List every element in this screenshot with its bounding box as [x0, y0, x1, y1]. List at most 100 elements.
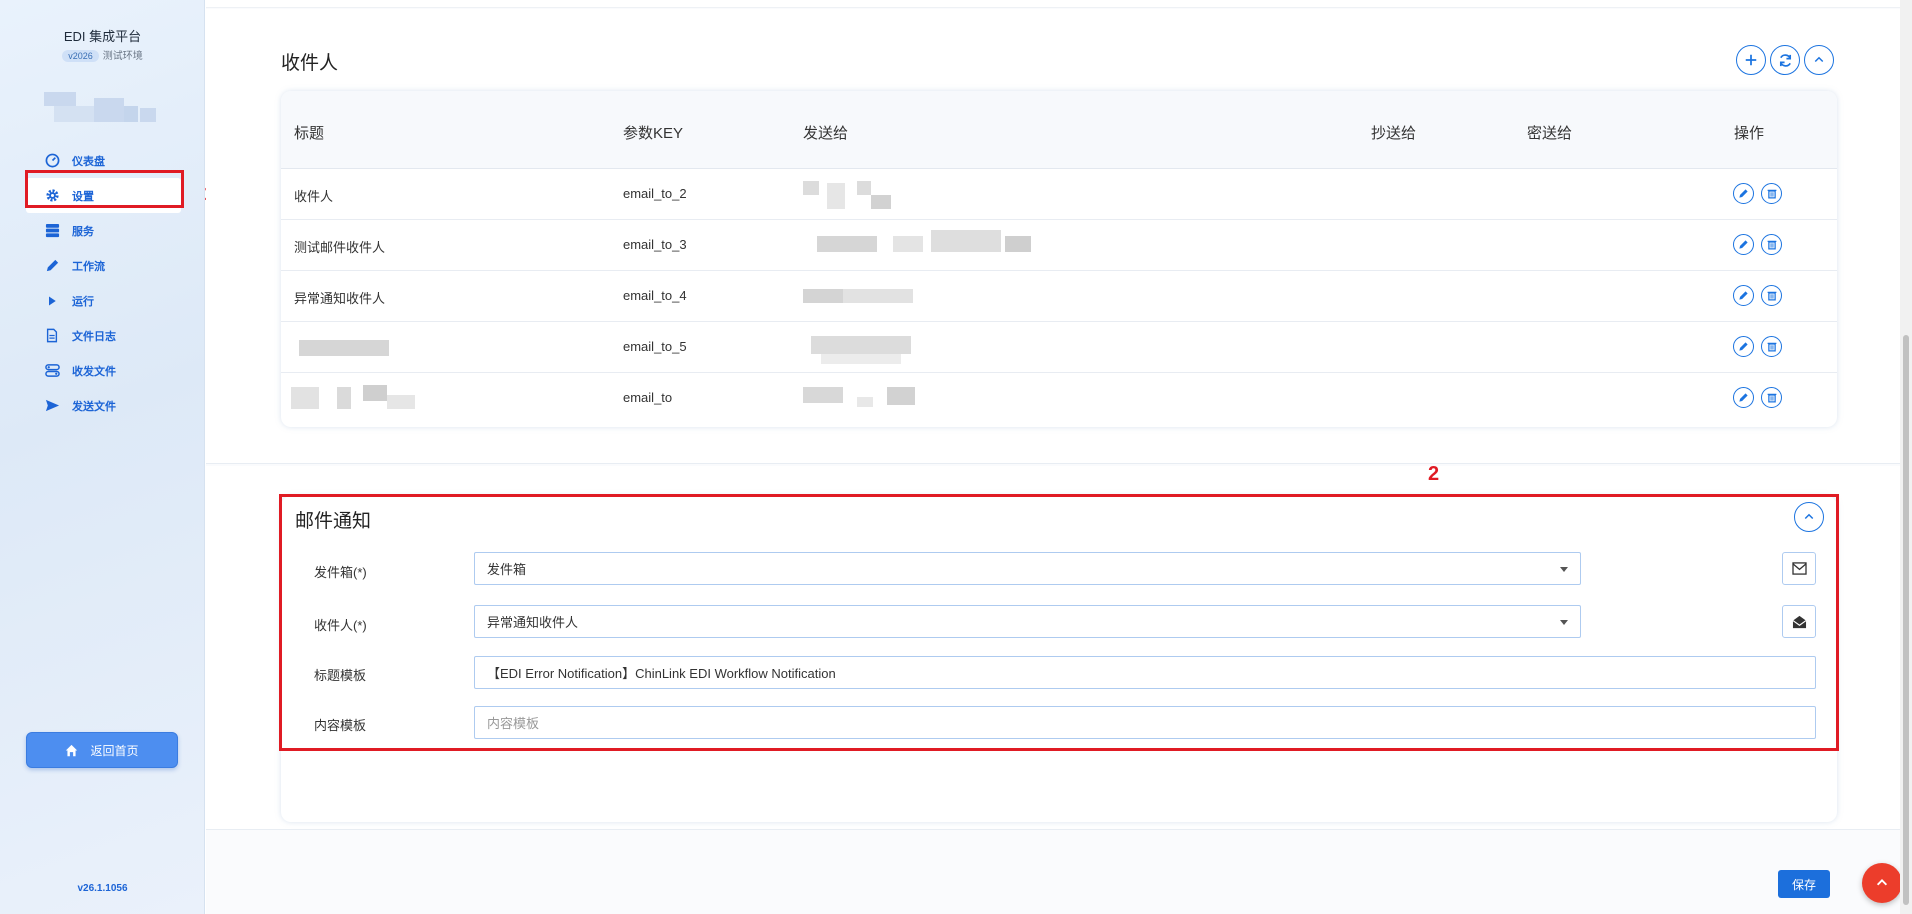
edit-button[interactable] — [1733, 183, 1754, 204]
pencil-icon — [1739, 240, 1748, 249]
play-icon — [44, 293, 60, 309]
edit-button[interactable] — [1733, 234, 1754, 255]
recipients-title: 收件人 — [281, 53, 339, 74]
sidebar-item-transfer-files[interactable]: 收发文件 — [26, 353, 181, 388]
trash-icon — [1767, 189, 1776, 199]
collapse-notification-button[interactable] — [1794, 502, 1824, 532]
scroll-to-top-button[interactable] — [1862, 863, 1902, 903]
sidebar-item-label: 运行 — [72, 295, 94, 308]
sidebar-item-label: 发送文件 — [72, 400, 116, 413]
envelope-open-icon — [1792, 615, 1806, 628]
subject-template-label: 标题模板 — [314, 668, 367, 683]
sender-value: 发件箱 — [487, 562, 527, 577]
pencil-icon — [1739, 291, 1748, 300]
content-template-placeholder: 内容模板 — [487, 716, 540, 731]
sender-mail-button[interactable] — [1782, 552, 1816, 585]
main-content: 收件人 标题 参数KEY 发送给 抄送给 密送给 操作 收件人 email_to… — [206, 0, 1900, 914]
edit-button[interactable] — [1733, 336, 1754, 357]
app-brand: EDI 集成平台 — [63, 29, 142, 44]
pencil-icon — [1739, 342, 1748, 351]
chevron-up-icon — [1804, 513, 1814, 520]
subject-template-input[interactable]: 【EDI Error Notification】ChinLink EDI Wor… — [474, 656, 1816, 689]
annotation-marker-2: 2 — [1428, 463, 1440, 485]
sidebar-item-file-log[interactable]: 文件日志 — [26, 318, 181, 353]
home-icon — [65, 744, 78, 757]
recipient-select[interactable]: 异常通知收件人 — [474, 605, 1581, 638]
sidebar-item-services[interactable]: 服务 — [26, 213, 181, 248]
table-row: email_to_5 — [281, 322, 1837, 373]
recipient-label: 收件人(*) — [314, 618, 367, 633]
edit-button[interactable] — [1733, 285, 1754, 306]
column-param-key: 参数KEY — [623, 125, 684, 142]
recipient-value: 异常通知收件人 — [487, 615, 579, 630]
back-to-home-button[interactable]: 返回首页 — [26, 732, 178, 768]
row-title: 测试邮件收件人 — [294, 240, 386, 255]
row-key: email_to_2 — [623, 186, 687, 201]
environment-name: 测试环境 — [102, 51, 143, 62]
chevron-up-icon — [1814, 56, 1824, 63]
sidebar-item-label: 仪表盘 — [72, 155, 105, 168]
row-key: email_to_5 — [623, 339, 687, 354]
column-send-to: 发送给 — [803, 125, 849, 142]
email-notification-title: 邮件通知 — [295, 511, 372, 532]
table-header: 标题 参数KEY 发送给 抄送给 密送给 操作 — [281, 91, 1837, 169]
row-key: email_to_4 — [623, 288, 687, 303]
content-template-label: 内容模板 — [314, 718, 367, 733]
trash-icon — [1767, 393, 1776, 403]
delete-button[interactable] — [1761, 183, 1782, 204]
row-key: email_to_3 — [623, 237, 687, 252]
content-template-input[interactable]: 内容模板 — [474, 706, 1816, 739]
sidebar: EDI 集成平台 v2026 测试环境 仪表盘 设置 服务 工作流 运行 文件日… — [0, 0, 205, 914]
column-title: 标题 — [294, 125, 325, 142]
row-title: 收件人 — [294, 189, 334, 204]
table-row: email_to — [281, 373, 1837, 424]
chevron-down-icon — [1560, 620, 1568, 625]
subject-template-value: 【EDI Error Notification】ChinLink EDI Wor… — [487, 666, 836, 681]
chevron-up-icon — [1876, 879, 1888, 886]
table-row: 收件人 email_to_2 — [281, 169, 1837, 220]
refresh-icon — [1779, 53, 1791, 67]
server-icon — [44, 223, 60, 239]
collapse-recipients-button[interactable] — [1804, 45, 1834, 75]
trash-icon — [1767, 291, 1776, 301]
route-icon — [44, 363, 60, 379]
add-recipient-button[interactable] — [1736, 45, 1766, 75]
table-row: 异常通知收件人 email_to_4 — [281, 271, 1837, 322]
delete-button[interactable] — [1761, 285, 1782, 306]
send-icon — [44, 398, 60, 414]
recipients-card: 收件人 标题 参数KEY 发送给 抄送给 密送给 操作 收件人 email_to… — [206, 9, 1900, 464]
delete-button[interactable] — [1761, 336, 1782, 357]
sidebar-item-label: 文件日志 — [72, 330, 116, 343]
sidebar-item-workflow[interactable]: 工作流 — [26, 248, 181, 283]
scrollbar-thumb[interactable] — [1903, 335, 1909, 905]
gauge-icon — [44, 153, 60, 169]
plus-icon — [1745, 54, 1757, 66]
row-title: 异常通知收件人 — [294, 291, 386, 306]
sidebar-item-send-files[interactable]: 发送文件 — [26, 388, 181, 423]
chevron-down-icon — [1560, 567, 1568, 572]
edit-button[interactable] — [1733, 387, 1754, 408]
sender-select[interactable]: 发件箱 — [474, 552, 1581, 585]
top-strip — [206, 0, 1900, 8]
delete-button[interactable] — [1761, 387, 1782, 408]
user-avatar-blurred — [44, 92, 156, 122]
pencil-icon — [44, 258, 60, 274]
column-actions: 操作 — [1734, 125, 1765, 142]
version-pill: v2026 — [62, 50, 99, 62]
pencil-icon — [1739, 393, 1748, 402]
sidebar-item-run[interactable]: 运行 — [26, 283, 181, 318]
save-button[interactable]: 保存 — [1778, 870, 1830, 898]
pencil-icon — [1739, 189, 1748, 198]
delete-button[interactable] — [1761, 234, 1782, 255]
recipient-mail-button[interactable] — [1782, 605, 1816, 638]
row-key: email_to — [623, 390, 673, 405]
sidebar-item-label: 收发文件 — [72, 365, 116, 378]
file-icon — [44, 328, 60, 344]
refresh-button[interactable] — [1770, 45, 1800, 75]
trash-icon — [1767, 240, 1776, 250]
sidebar-item-label: 服务 — [72, 225, 94, 238]
app-version: v26.1.1056 — [77, 883, 128, 894]
back-to-home-label: 返回首页 — [90, 743, 139, 758]
column-cc: 抄送给 — [1371, 125, 1417, 142]
annotation-box-1 — [25, 170, 184, 208]
